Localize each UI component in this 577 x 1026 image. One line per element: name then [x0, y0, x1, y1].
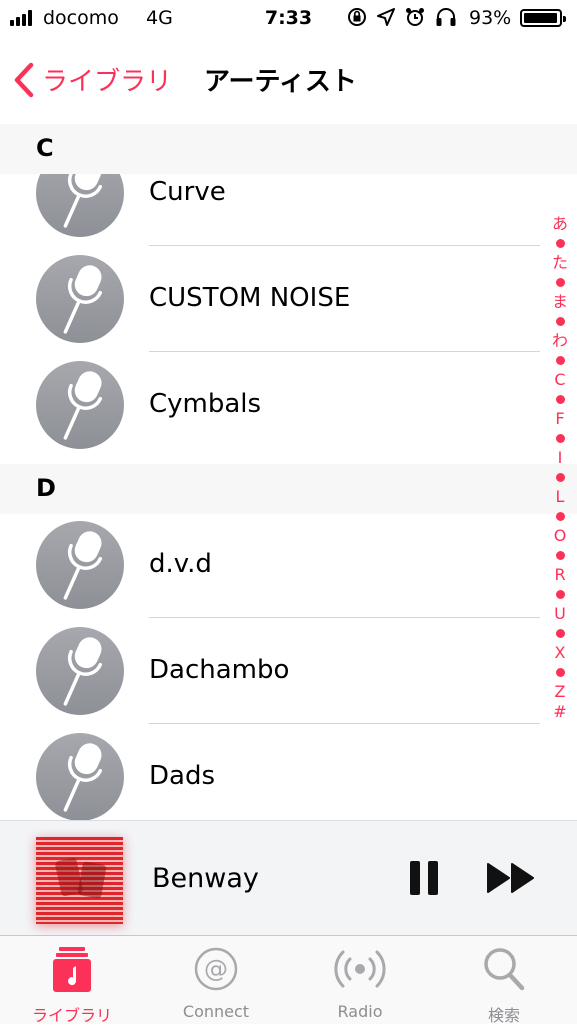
section-header: C: [0, 124, 577, 174]
tab-bar: ライブラリ @ Connect Radio 検索: [0, 936, 577, 1025]
index-dot: [555, 278, 565, 287]
artist-name: Curve: [149, 177, 226, 207]
artist-name: Dachambo: [149, 655, 290, 685]
index-letter[interactable]: O: [554, 526, 567, 546]
radio-broadcast-icon: [334, 950, 386, 988]
tab-label: Radio: [337, 1002, 383, 1021]
tab-library[interactable]: ライブラリ: [0, 936, 144, 1025]
section-header: D: [0, 464, 577, 514]
section-index[interactable]: あ た ま わ C F I L O R U X Z #: [548, 214, 572, 722]
tab-radio[interactable]: Radio: [288, 936, 432, 1024]
index-letter[interactable]: U: [554, 604, 566, 624]
tab-label: 検索: [487, 1006, 520, 1025]
index-dot: [555, 239, 565, 248]
chevron-left-icon: [14, 62, 34, 97]
mini-player[interactable]: Benway: [0, 820, 577, 936]
index-letter[interactable]: あ: [552, 214, 568, 234]
rotation-lock-icon: [348, 8, 366, 26]
status-icons: [347, 7, 457, 27]
index-dot: [555, 356, 565, 365]
index-dot: [555, 668, 565, 677]
navigation-bar: ライブラリ アーティスト: [0, 40, 577, 120]
artist-row[interactable]: Dads: [0, 724, 540, 830]
index-letter[interactable]: L: [556, 487, 565, 507]
back-button[interactable]: ライブラリ: [14, 61, 172, 98]
battery-percentage: 93%: [469, 7, 512, 29]
microphone-icon: [63, 265, 103, 334]
index-letter[interactable]: R: [554, 565, 565, 585]
artist-avatar: [36, 255, 124, 343]
now-playing-title: Benway: [152, 863, 259, 894]
index-letter[interactable]: C: [554, 370, 565, 390]
status-bar: docomo 4G 7:33 93%: [0, 0, 577, 38]
pause-button[interactable]: [410, 861, 438, 895]
microphone-icon: [63, 531, 103, 600]
index-letter[interactable]: Z: [555, 682, 566, 702]
microphone-icon: [63, 743, 103, 812]
index-dot: [555, 590, 565, 599]
artist-row[interactable]: CUSTOM NOISE: [0, 246, 540, 352]
index-dot: [555, 551, 565, 560]
music-note-icon: [53, 947, 91, 992]
index-dot: [555, 317, 565, 326]
back-button-label: ライブラリ: [42, 67, 173, 97]
search-icon: [484, 948, 525, 991]
fast-forward-icon: [487, 863, 534, 893]
location-arrow-icon: [377, 8, 395, 26]
artist-name: d.v.d: [149, 549, 212, 579]
svg-text:@: @: [204, 955, 228, 983]
tab-connect[interactable]: @ Connect: [144, 936, 288, 1024]
microphone-icon: [63, 371, 103, 440]
section-letter: C: [36, 134, 54, 162]
artist-avatar: [36, 627, 124, 715]
at-sign-icon: @: [194, 947, 238, 991]
artist-avatar: [36, 361, 124, 449]
artist-avatar: [36, 521, 124, 609]
index-letter[interactable]: ま: [552, 292, 568, 312]
artist-name: CUSTOM NOISE: [149, 283, 351, 313]
headphones-icon: [436, 8, 456, 26]
index-letter[interactable]: I: [558, 448, 563, 468]
fast-forward-button[interactable]: [486, 861, 536, 899]
index-dot: [555, 473, 565, 482]
artist-avatar: [36, 733, 124, 821]
tab-label: ライブラリ: [31, 1006, 112, 1025]
tab-label: Connect: [182, 1002, 250, 1021]
artist-row[interactable]: Cymbals: [0, 352, 540, 458]
section-letter: D: [36, 474, 56, 502]
alarm-clock-icon: [406, 8, 424, 26]
microphone-icon: [63, 637, 103, 706]
tab-search[interactable]: 検索: [432, 936, 576, 1025]
artist-row[interactable]: d.v.d: [0, 512, 540, 618]
artist-name: Dads: [149, 761, 216, 791]
index-dot: [555, 395, 565, 404]
index-letter[interactable]: F: [555, 409, 564, 429]
flag-artwork-icon: [55, 857, 107, 899]
index-letter[interactable]: #: [553, 702, 566, 722]
album-artwork: [36, 837, 123, 924]
artist-name: Cymbals: [149, 389, 262, 419]
index-dot: [555, 434, 565, 443]
index-letter[interactable]: た: [552, 253, 568, 273]
battery-icon: [520, 9, 566, 27]
index-dot: [555, 629, 565, 638]
index-dot: [555, 512, 565, 521]
page-title: アーティスト: [204, 67, 357, 97]
index-letter[interactable]: わ: [552, 331, 568, 351]
artist-row[interactable]: Dachambo: [0, 618, 540, 724]
index-letter[interactable]: X: [555, 643, 566, 663]
